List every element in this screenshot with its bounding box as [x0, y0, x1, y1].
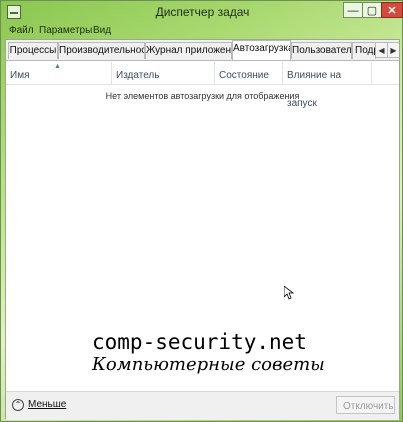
- tab-users[interactable]: Пользователи: [291, 42, 352, 59]
- menu-bar: Файл Параметры Вид: [1, 23, 403, 39]
- tab-processes[interactable]: Процессы: [8, 42, 58, 59]
- tab-startup[interactable]: Автозагрузка: [232, 40, 291, 60]
- chevron-up-icon: ⌃: [12, 399, 24, 411]
- disable-button[interactable]: Отключить: [336, 396, 395, 414]
- column-name[interactable]: Имя: [6, 62, 112, 84]
- minimize-button[interactable]: —: [343, 2, 363, 18]
- watermark-site: comp-security.net: [92, 330, 307, 354]
- title-bar[interactable]: Диспетчер задач — ▢ ✕: [1, 1, 403, 23]
- tab-performance[interactable]: Производительность: [58, 42, 145, 59]
- footer-bar: ⌃ Меньше Отключить: [6, 391, 399, 420]
- task-manager-window: Диспетчер задач — ▢ ✕ Файл Параметры Вид…: [0, 0, 403, 422]
- tab-details[interactable]: Подр: [352, 42, 376, 59]
- watermark-tagline: Компьютерные советы: [92, 354, 325, 375]
- menu-options[interactable]: Параметры: [39, 25, 92, 36]
- column-publisher[interactable]: Издатель: [112, 62, 215, 84]
- tab-strip: Процессы Производительность Журнал прило…: [6, 40, 399, 61]
- tab-scroll-right-button[interactable]: ▶: [387, 42, 399, 58]
- empty-list-message: Нет элементов автозагрузки для отображен…: [105, 91, 300, 101]
- maximize-button[interactable]: ▢: [362, 2, 382, 18]
- column-status[interactable]: Состояние: [215, 62, 283, 84]
- close-button[interactable]: ✕: [381, 2, 403, 18]
- fewer-details-label: Меньше: [28, 399, 67, 410]
- column-header-row: ▲ Имя Издатель Состояние Влияние на запу…: [6, 62, 399, 109]
- column-startup-impact[interactable]: Влияние на запуск: [283, 62, 372, 109]
- main-panel: Процессы Производительность Журнал прило…: [5, 39, 400, 420]
- menu-view[interactable]: Вид: [93, 25, 111, 36]
- menu-file[interactable]: Файл: [9, 25, 34, 36]
- tab-app-history[interactable]: Журнал приложений: [145, 42, 232, 59]
- mouse-cursor-icon: [284, 286, 294, 300]
